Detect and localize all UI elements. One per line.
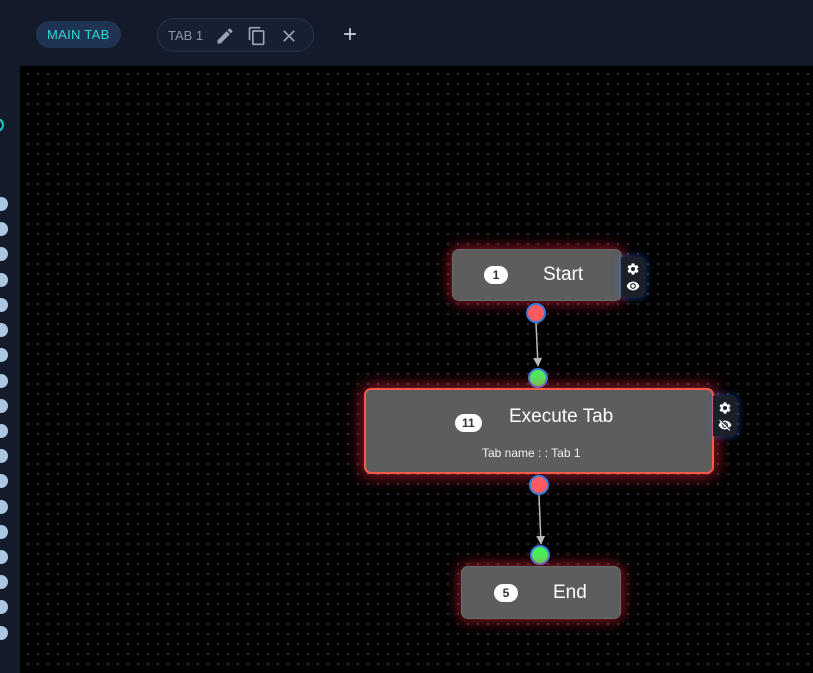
rail-handle[interactable]	[0, 424, 8, 438]
rail-handle[interactable]	[0, 500, 8, 514]
tab-1-label: TAB 1	[168, 28, 204, 43]
rail-handle[interactable]	[0, 525, 8, 539]
plus-icon	[344, 28, 356, 40]
node-execute-tab[interactable]: 11 Execute Tab Tab name : : Tab 1	[364, 388, 714, 474]
rail-handle[interactable]	[0, 298, 8, 312]
copy-icon[interactable]	[247, 26, 267, 46]
eye-icon[interactable]	[626, 279, 640, 293]
node-start[interactable]: 1 Start	[452, 249, 622, 301]
rail-handle[interactable]	[0, 273, 8, 287]
rail-handle[interactable]	[0, 399, 8, 413]
node-start-actions	[621, 257, 645, 297]
edit-icon[interactable]	[215, 26, 235, 46]
node-end[interactable]: 5 End	[461, 566, 621, 619]
eye-off-icon[interactable]	[718, 418, 732, 432]
rail-handle[interactable]	[0, 600, 8, 614]
rail-handle[interactable]	[0, 374, 8, 388]
rail-handle[interactable]	[0, 323, 8, 337]
node-title: Start	[543, 264, 584, 285]
gear-icon[interactable]	[718, 401, 732, 415]
add-tab-button[interactable]	[340, 24, 360, 44]
rail-handle[interactable]	[0, 222, 8, 236]
node-execute-input-port[interactable]	[528, 368, 548, 388]
node-badge: 1	[484, 266, 508, 284]
node-subtitle: Tab name : : Tab 1	[482, 446, 581, 460]
rail-toggle-handle[interactable]	[0, 118, 4, 132]
tab-bar: MAIN TAB TAB 1	[0, 0, 813, 66]
rail-handle[interactable]	[0, 348, 8, 362]
node-badge: 5	[494, 584, 518, 602]
rail-handle[interactable]	[0, 247, 8, 261]
rail-handle[interactable]	[0, 575, 8, 589]
flow-editor: MAIN TAB TAB 1 1 Start 11 Execute Tab Ta…	[0, 0, 813, 673]
rail-handle[interactable]	[0, 550, 8, 564]
node-title: Execute Tab	[509, 406, 614, 427]
close-icon[interactable]	[279, 26, 299, 46]
flow-canvas[interactable]	[20, 66, 813, 673]
node-start-output-port[interactable]	[526, 303, 546, 323]
tab-main[interactable]: MAIN TAB	[36, 21, 121, 48]
tab-1[interactable]: TAB 1	[157, 18, 314, 52]
node-end-input-port[interactable]	[530, 545, 550, 565]
rail-handle[interactable]	[0, 197, 8, 211]
rail-handle[interactable]	[0, 626, 8, 640]
node-execute-output-port[interactable]	[529, 475, 549, 495]
node-title: End	[553, 582, 587, 603]
node-badge: 11	[455, 414, 482, 432]
rail-handle[interactable]	[0, 449, 8, 463]
node-execute-actions	[713, 396, 737, 436]
rail-handle[interactable]	[0, 474, 8, 488]
gear-icon[interactable]	[626, 262, 640, 276]
